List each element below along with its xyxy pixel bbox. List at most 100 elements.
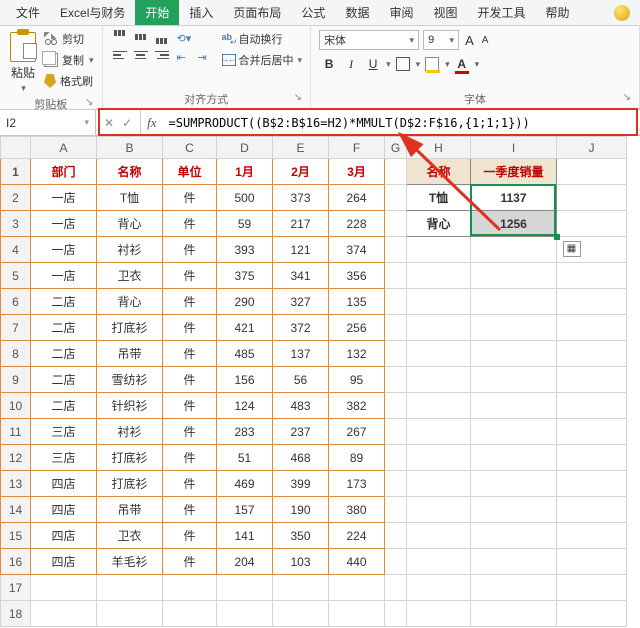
cell[interactable]: 1月	[217, 159, 273, 185]
cell[interactable]	[329, 575, 385, 601]
cell[interactable]: 吊带	[97, 497, 163, 523]
cell[interactable]	[471, 237, 557, 263]
cell[interactable]: 1137	[471, 185, 557, 211]
cell[interactable]	[471, 289, 557, 315]
font-color-button[interactable]: A	[452, 54, 472, 74]
menu-review[interactable]: 审阅	[379, 0, 423, 25]
cell[interactable]: 件	[163, 315, 217, 341]
cell[interactable]	[385, 367, 407, 393]
cell[interactable]: 背心	[97, 289, 163, 315]
align-dialog-icon[interactable]: ↘	[294, 89, 302, 107]
spreadsheet-grid[interactable]: A B C D E F G H I J 1部门名称单位1月2月3月名称一季度销量…	[0, 136, 640, 627]
autofill-options-button[interactable]: ▦	[563, 241, 581, 257]
col-E[interactable]: E	[273, 137, 329, 159]
col-I[interactable]: I	[471, 137, 557, 159]
cell[interactable]: T恤	[97, 185, 163, 211]
cell[interactable]	[97, 601, 163, 627]
fill-handle[interactable]	[554, 234, 560, 240]
cell[interactable]: 背心	[407, 211, 471, 237]
menu-data[interactable]: 数据	[335, 0, 379, 25]
cell[interactable]	[557, 367, 627, 393]
row-header[interactable]: 12	[1, 445, 31, 471]
cell[interactable]	[557, 315, 627, 341]
cell[interactable]: 二店	[31, 367, 97, 393]
cell[interactable]: 124	[217, 393, 273, 419]
cell[interactable]	[557, 497, 627, 523]
cell[interactable]	[471, 315, 557, 341]
cell[interactable]	[471, 497, 557, 523]
shrink-font-button[interactable]: A	[480, 35, 491, 46]
align-right-button[interactable]	[153, 47, 171, 63]
row-header[interactable]: 1	[1, 159, 31, 185]
cell[interactable]: 190	[273, 497, 329, 523]
cell[interactable]: 399	[273, 471, 329, 497]
cell[interactable]	[557, 289, 627, 315]
cell[interactable]	[385, 159, 407, 185]
cell[interactable]: 件	[163, 497, 217, 523]
cell[interactable]	[471, 341, 557, 367]
cell[interactable]: 件	[163, 341, 217, 367]
cell[interactable]: T恤	[407, 185, 471, 211]
increase-indent-button[interactable]: ⇥	[198, 49, 216, 65]
cell[interactable]: 485	[217, 341, 273, 367]
cell[interactable]: 打底衫	[97, 315, 163, 341]
cell[interactable]	[31, 575, 97, 601]
cell[interactable]: 一店	[31, 263, 97, 289]
cell[interactable]: 283	[217, 419, 273, 445]
cell[interactable]: 204	[217, 549, 273, 575]
row-header[interactable]: 11	[1, 419, 31, 445]
cell[interactable]: 部门	[31, 159, 97, 185]
accept-formula-button[interactable]: ✓	[122, 116, 132, 130]
cell[interactable]: 89	[329, 445, 385, 471]
cell[interactable]: 件	[163, 237, 217, 263]
menu-page-layout[interactable]: 页面布局	[223, 0, 291, 25]
cell[interactable]: 名称	[97, 159, 163, 185]
cell[interactable]: 121	[273, 237, 329, 263]
cell[interactable]: 141	[217, 523, 273, 549]
cell[interactable]: 件	[163, 549, 217, 575]
cell[interactable]	[471, 263, 557, 289]
decrease-indent-button[interactable]: ⇤	[177, 49, 195, 65]
cell[interactable]: 一季度销量	[471, 159, 557, 185]
font-dialog-icon[interactable]: ↘	[623, 89, 631, 107]
cell[interactable]	[385, 263, 407, 289]
cell[interactable]	[471, 523, 557, 549]
cell[interactable]	[557, 211, 627, 237]
cell[interactable]: 件	[163, 471, 217, 497]
menu-devtools[interactable]: 开发工具	[467, 0, 535, 25]
cell[interactable]	[217, 575, 273, 601]
cell[interactable]: 380	[329, 497, 385, 523]
cell[interactable]: 56	[273, 367, 329, 393]
cell[interactable]: 224	[329, 523, 385, 549]
row-header[interactable]: 13	[1, 471, 31, 497]
row-header[interactable]: 15	[1, 523, 31, 549]
row-header[interactable]: 10	[1, 393, 31, 419]
tell-me-icon[interactable]	[614, 5, 630, 21]
cell[interactable]: 500	[217, 185, 273, 211]
cell[interactable]	[385, 523, 407, 549]
cancel-formula-button[interactable]: ✕	[104, 116, 114, 130]
cell[interactable]: 衬衫	[97, 419, 163, 445]
cell[interactable]: 件	[163, 393, 217, 419]
cell[interactable]	[407, 263, 471, 289]
cell[interactable]	[557, 471, 627, 497]
border-button[interactable]	[393, 54, 413, 74]
cell[interactable]	[385, 315, 407, 341]
cell[interactable]: 350	[273, 523, 329, 549]
cell[interactable]	[385, 185, 407, 211]
cell[interactable]: 256	[329, 315, 385, 341]
cell[interactable]: 156	[217, 367, 273, 393]
cell[interactable]: 375	[217, 263, 273, 289]
cell[interactable]	[557, 523, 627, 549]
row-header[interactable]: 17	[1, 575, 31, 601]
col-A[interactable]: A	[31, 137, 97, 159]
menu-help[interactable]: 帮助	[536, 0, 580, 25]
cell[interactable]: 95	[329, 367, 385, 393]
cell[interactable]	[471, 367, 557, 393]
cell[interactable]: 件	[163, 367, 217, 393]
cell[interactable]: 327	[273, 289, 329, 315]
cell[interactable]	[407, 575, 471, 601]
cell[interactable]: 卫衣	[97, 263, 163, 289]
cell[interactable]: 二店	[31, 341, 97, 367]
align-top-button[interactable]	[111, 30, 129, 44]
